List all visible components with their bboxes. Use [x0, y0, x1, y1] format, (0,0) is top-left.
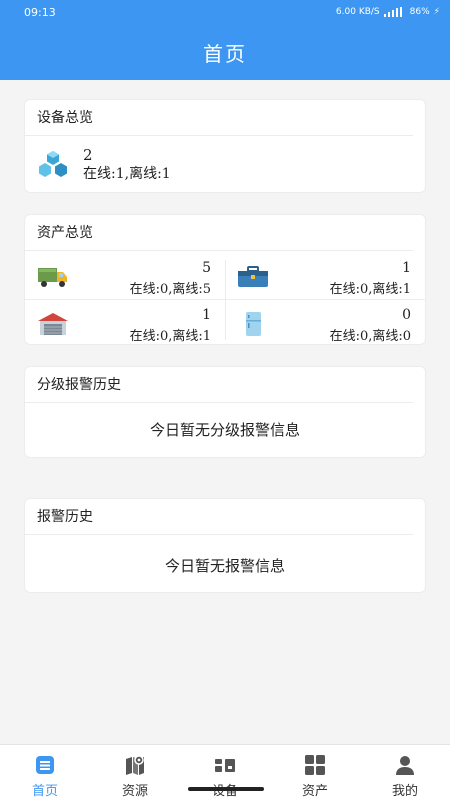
app-header: 09:13 6.00 KB/S 86% ⚡ 首页: [0, 0, 450, 80]
grade-alarm-card[interactable]: 分级报警历史 今日暂无分级报警信息: [24, 366, 426, 458]
asset-item-truck[interactable]: 5 在线:0,离线:5: [25, 252, 225, 299]
home-indicator: [188, 787, 264, 791]
device-summary: 2 在线:1,离线:1: [37, 144, 171, 186]
asset-status: 在线:0,离线:0: [329, 329, 411, 344]
truck-icon: [38, 268, 67, 287]
asset-item-warehouse[interactable]: 1 在线:0,离线:1: [25, 299, 225, 346]
status-time: 09:13: [24, 5, 56, 19]
asset-overview-title: 资产总览: [25, 215, 413, 251]
device-overview-card[interactable]: 设备总览 2 在线:1,离线:1: [24, 99, 426, 193]
page-title: 首页: [203, 42, 247, 66]
signal-icon: [383, 7, 402, 17]
tab-label: 首页: [31, 784, 58, 799]
battery-level: 86%: [409, 7, 430, 17]
net-speed: 6.00 KB/S: [335, 7, 380, 17]
asset-item-toolbox[interactable]: 1 在线:0,离线:1: [225, 252, 425, 299]
asset-value: 0: [402, 307, 411, 323]
toolbox-icon: [238, 266, 268, 287]
device-cubes-icon: [39, 151, 67, 177]
fridge-icon: [246, 312, 261, 336]
asset-value: 5: [202, 260, 211, 276]
home-icon: [36, 756, 54, 774]
charging-icon: ⚡: [433, 7, 440, 17]
tab-resources[interactable]: 资源: [90, 745, 180, 800]
tab-label: 我的: [391, 784, 418, 799]
tab-mine[interactable]: 我的: [360, 745, 450, 800]
user-icon: [396, 756, 414, 775]
tab-label: 资源: [121, 784, 148, 799]
grid-icon: [305, 755, 325, 775]
tab-label: 资产: [301, 784, 328, 799]
status-bar: 09:13 6.00 KB/S 86% ⚡: [0, 0, 450, 24]
map-icon: [126, 755, 144, 775]
asset-status: 在线:0,离线:5: [129, 282, 211, 297]
grade-alarm-title: 分级报警历史: [25, 367, 413, 403]
bottom-tab-bar: 首页 资源 设备 资产 我的: [0, 744, 450, 800]
asset-grid: 5 在线:0,离线:5 1 在线:0,离线:1 1 在线:0,离线:1 0 在线…: [25, 252, 425, 346]
asset-value: 1: [202, 307, 211, 323]
device-icon: [215, 759, 235, 772]
tab-home[interactable]: 首页: [0, 745, 90, 800]
asset-overview-card: 资产总览 5 在线:0,离线:5 1 在线:0,离线:1 1 在线:0,离线:1…: [24, 214, 426, 345]
asset-item-fridge[interactable]: 0 在线:0,离线:0: [225, 299, 425, 346]
device-status: 在线:1,离线:1: [83, 166, 171, 182]
warehouse-icon: [38, 313, 68, 335]
tab-devices[interactable]: 设备: [180, 745, 270, 800]
device-count: 2: [83, 146, 93, 164]
alarm-history-empty-text: 今日暂无报警信息: [164, 557, 285, 575]
asset-status: 在线:0,离线:1: [129, 329, 211, 344]
alarm-history-card[interactable]: 报警历史 今日暂无报警信息: [24, 498, 426, 593]
tab-assets[interactable]: 资产: [270, 745, 360, 800]
asset-status: 在线:0,离线:1: [329, 282, 411, 297]
alarm-history-title: 报警历史: [25, 499, 413, 535]
asset-value: 1: [402, 260, 411, 276]
grade-alarm-empty-text: 今日暂无分级报警信息: [149, 421, 300, 439]
device-overview-title: 设备总览: [25, 100, 413, 136]
